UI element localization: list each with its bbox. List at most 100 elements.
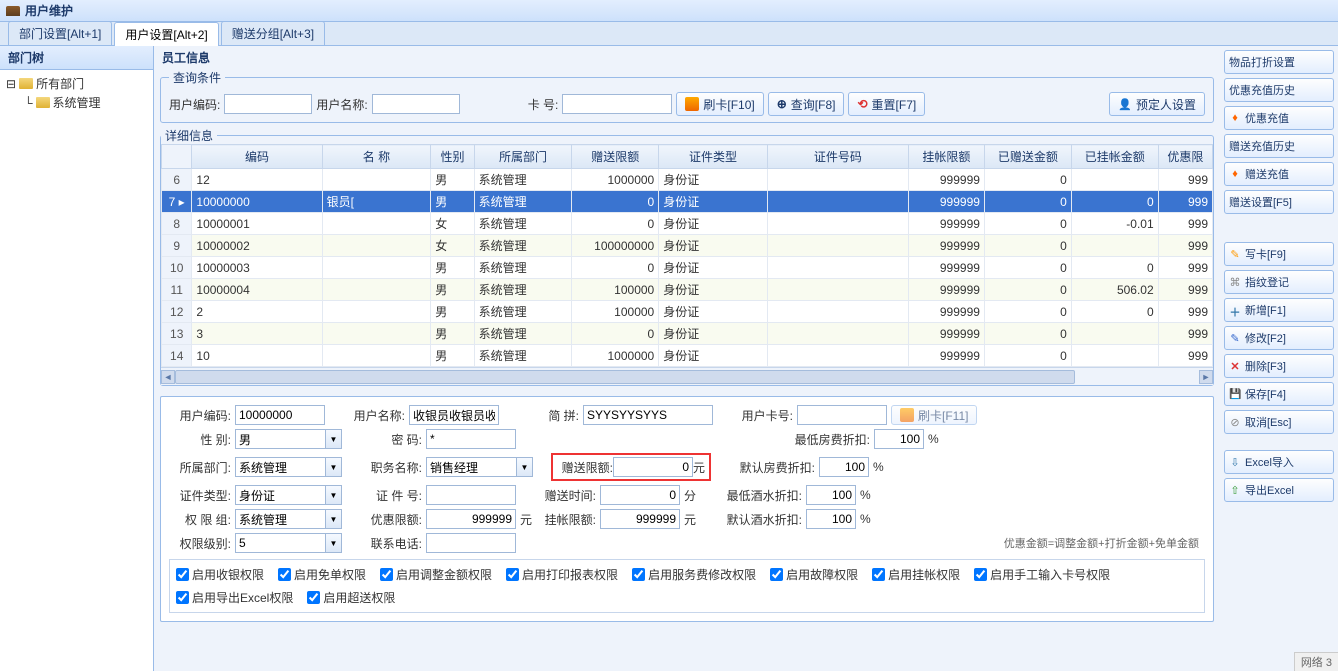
f-minwine-label: 最低酒水折扣:: [716, 487, 802, 504]
btn-modify[interactable]: 修改[F2]: [1224, 326, 1334, 350]
btn-gift-setting[interactable]: 赠送设置[F5]: [1224, 190, 1334, 214]
cb-svcfee[interactable]: 启用服务费修改权限: [632, 566, 756, 583]
btn-item-discount[interactable]: 物品打折设置: [1224, 50, 1334, 74]
f-credit-input[interactable]: [600, 509, 680, 529]
table-row[interactable]: 810000001女系统管理0身份证9999990-0.01999: [162, 213, 1213, 235]
f-defwine-input[interactable]: [806, 509, 856, 529]
content-area: 员工信息 查询条件 用户编码: 用户名称: 卡 号: 刷卡[F10] 查询[F8…: [154, 46, 1220, 671]
yuan-label: 元: [693, 459, 707, 476]
cb-exportexcel[interactable]: 启用导出Excel权限: [176, 589, 293, 606]
f-disc-input[interactable]: [426, 509, 516, 529]
dropdown-icon[interactable]: ▼: [325, 485, 342, 505]
f-dept-input[interactable]: [235, 457, 325, 477]
dropdown-icon[interactable]: ▼: [516, 457, 533, 477]
col-disc[interactable]: 优惠限: [1158, 145, 1212, 169]
table-row[interactable]: 612男系统管理1000000身份证9999990999: [162, 169, 1213, 191]
username-input[interactable]: [372, 94, 460, 114]
dropdown-icon[interactable]: ▼: [325, 533, 342, 553]
f-pwd-input[interactable]: [426, 429, 516, 449]
btn-gift-recharge-hist[interactable]: 赠送充值历史: [1224, 134, 1334, 158]
btn-add[interactable]: 新增[F1]: [1224, 298, 1334, 322]
tab-dept[interactable]: 部门设置[Alt+1]: [8, 21, 112, 45]
grid-hscroll[interactable]: ◄ ►: [161, 367, 1213, 385]
btn-delete[interactable]: 删除[F3]: [1224, 354, 1334, 378]
f-ucard-label: 用户卡号:: [731, 407, 793, 424]
f-name-input[interactable]: [409, 405, 499, 425]
table-row[interactable]: 1010000003男系统管理0身份证99999900999: [162, 257, 1213, 279]
cb-cashier[interactable]: 启用收银权限: [176, 566, 264, 583]
f-sex-input[interactable]: [235, 429, 325, 449]
f-ucard-input[interactable]: [797, 405, 887, 425]
btn-disc-recharge-hist[interactable]: 优惠充值历史: [1224, 78, 1334, 102]
f-plv-input[interactable]: [235, 533, 325, 553]
f-pwd-label: 密 码:: [360, 431, 422, 448]
write-icon: [1229, 248, 1241, 260]
tree-root[interactable]: ⊟ 所有部门: [6, 74, 147, 93]
btn-excel-export[interactable]: 导出Excel: [1224, 478, 1334, 502]
cb-manualcard[interactable]: 启用手工输入卡号权限: [974, 566, 1110, 583]
col-certno[interactable]: 证件号码: [767, 145, 908, 169]
brush-card2-button[interactable]: 刷卡[F11]: [891, 405, 977, 425]
col-certtype[interactable]: 证件类型: [659, 145, 768, 169]
cb-print[interactable]: 启用打印报表权限: [506, 566, 618, 583]
usercode-input[interactable]: [224, 94, 312, 114]
f-defroom-input[interactable]: [819, 457, 869, 477]
col-name[interactable]: 名 称: [322, 145, 431, 169]
search-button[interactable]: 查询[F8]: [768, 92, 845, 116]
cb-oversend[interactable]: 启用超送权限: [307, 589, 395, 606]
col-credited[interactable]: 已挂帐金额: [1071, 145, 1158, 169]
col-credit[interactable]: 挂帐限额: [908, 145, 984, 169]
scroll-left-icon[interactable]: ◄: [161, 370, 175, 384]
f-minwine-input[interactable]: [806, 485, 856, 505]
f-cert-input[interactable]: [235, 485, 325, 505]
cb-free[interactable]: 启用免单权限: [278, 566, 366, 583]
cb-adjust[interactable]: 启用调整金额权限: [380, 566, 492, 583]
btn-fingerprint[interactable]: 指纹登记: [1224, 270, 1334, 294]
user-grid[interactable]: 编码 名 称 性别 所属部门 赠送限额 证件类型 证件号码 挂帐限额 已赠送金额…: [161, 144, 1213, 367]
scroll-right-icon[interactable]: ►: [1199, 370, 1213, 384]
f-minroom-label: 最低房费折扣:: [784, 431, 870, 448]
f-gift-input[interactable]: [613, 457, 693, 477]
col-code[interactable]: 编码: [192, 145, 322, 169]
f-pin-input[interactable]: [583, 405, 713, 425]
cb-fault[interactable]: 启用故障权限: [770, 566, 858, 583]
f-gifttime-input[interactable]: [600, 485, 680, 505]
cardno-input[interactable]: [562, 94, 672, 114]
dropdown-icon[interactable]: ▼: [325, 429, 342, 449]
brush-card-button[interactable]: 刷卡[F10]: [676, 92, 763, 116]
table-row[interactable]: 1410男系统管理1000000身份证9999990999: [162, 345, 1213, 367]
btn-write-card[interactable]: 写卡[F9]: [1224, 242, 1334, 266]
tree-child[interactable]: └ 系统管理: [24, 93, 147, 112]
f-tel-input[interactable]: [426, 533, 516, 553]
table-row[interactable]: 1110000004男系统管理100000身份证9999990506.02999: [162, 279, 1213, 301]
tab-gift-group[interactable]: 赠送分组[Alt+3]: [221, 21, 325, 45]
dropdown-icon[interactable]: ▼: [325, 509, 342, 529]
reset-button[interactable]: 重置[F7]: [848, 92, 925, 116]
preset-person-button[interactable]: 预定人设置: [1109, 92, 1205, 116]
usercode-label: 用户编码:: [169, 96, 220, 113]
btn-save[interactable]: 保存[F4]: [1224, 382, 1334, 406]
f-pg-input[interactable]: [235, 509, 325, 529]
f-minroom-input[interactable]: [874, 429, 924, 449]
col-gift[interactable]: 赠送限额: [572, 145, 659, 169]
scroll-thumb[interactable]: [175, 370, 1075, 384]
f-job-input[interactable]: [426, 457, 516, 477]
f-pin-label: 简 拼:: [517, 407, 579, 424]
btn-excel-import[interactable]: Excel导入: [1224, 450, 1334, 474]
f-code-input[interactable]: [235, 405, 325, 425]
table-row[interactable]: 910000002女系统管理100000000身份证9999990999: [162, 235, 1213, 257]
dropdown-icon[interactable]: ▼: [325, 457, 342, 477]
col-dept[interactable]: 所属部门: [474, 145, 572, 169]
f-certno-input[interactable]: [426, 485, 516, 505]
col-gifted[interactable]: 已赠送金额: [984, 145, 1071, 169]
btn-gift-recharge[interactable]: 赠送充值: [1224, 162, 1334, 186]
col-sex[interactable]: 性别: [431, 145, 474, 169]
tab-user[interactable]: 用户设置[Alt+2]: [114, 22, 218, 46]
table-row[interactable]: 122男系统管理100000身份证99999900999: [162, 301, 1213, 323]
btn-cancel[interactable]: 取消[Esc]: [1224, 410, 1334, 434]
tree-toggle-icon[interactable]: ⊟: [6, 77, 16, 91]
btn-disc-recharge[interactable]: 优惠充值: [1224, 106, 1334, 130]
table-row[interactable]: 133男系统管理0身份证9999990999: [162, 323, 1213, 345]
table-row[interactable]: 7 ▸10000000 银员[男系统管理0身份证99999900999: [162, 191, 1213, 213]
cb-credit[interactable]: 启用挂帐权限: [872, 566, 960, 583]
